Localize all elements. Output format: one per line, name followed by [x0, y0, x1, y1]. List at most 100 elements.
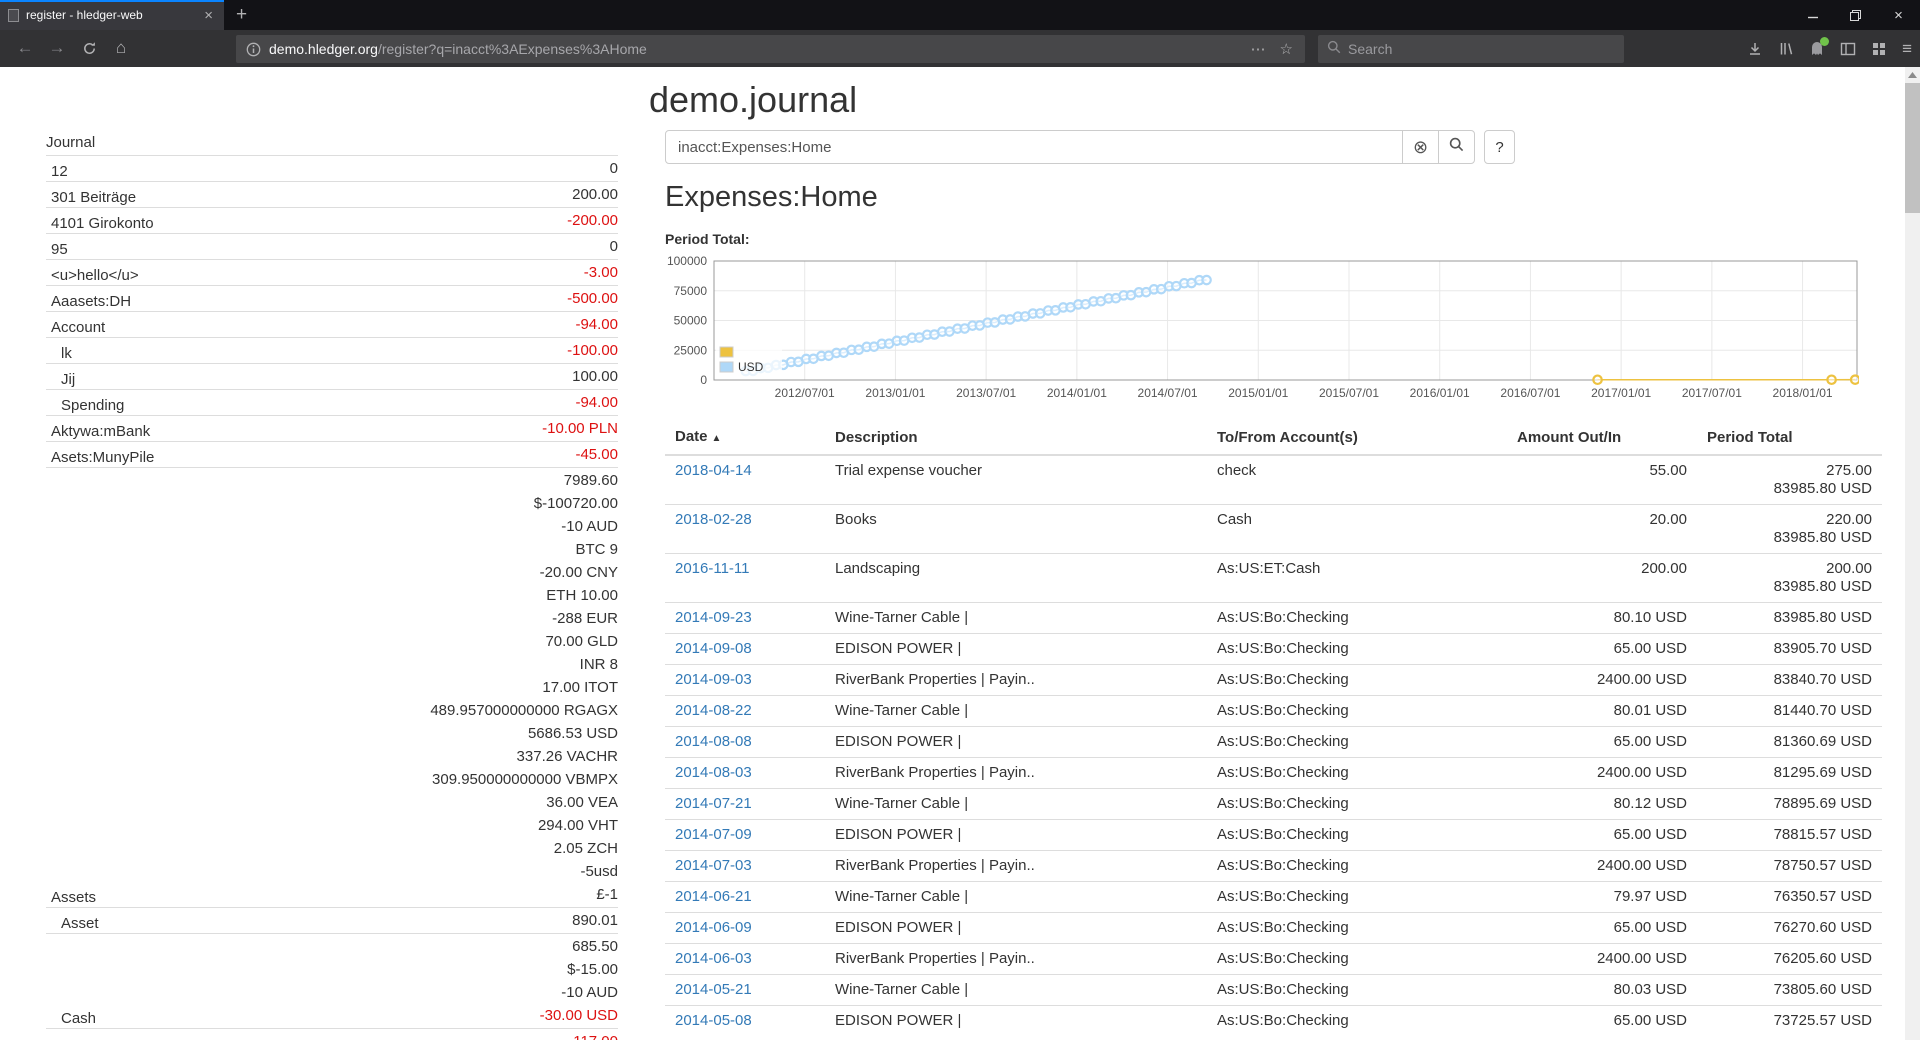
- page-actions-icon[interactable]: ⋯: [1251, 40, 1266, 58]
- transaction-amount: 79.97 USD: [1507, 882, 1697, 913]
- reload-button[interactable]: [74, 34, 104, 62]
- active-tab[interactable]: register - hledger-web ×: [0, 0, 224, 30]
- chart-svg: 02500050000750001000002012/07/012013/01/…: [664, 253, 1859, 405]
- tab-close-icon[interactable]: ×: [201, 7, 216, 24]
- sidebar-journal-link[interactable]: Journal: [46, 131, 618, 155]
- account-balance: 685.50$-15.00-10 AUD-30.00 USD: [540, 935, 618, 1027]
- account-link[interactable]: Asset: [46, 915, 99, 932]
- transaction-date-link[interactable]: 2014-09-03: [675, 671, 752, 688]
- transaction-amount: 200.00: [1507, 554, 1697, 603]
- tab-bar: register - hledger-web × + ×: [0, 0, 1920, 30]
- site-info-icon[interactable]: [236, 42, 269, 57]
- forward-button[interactable]: →: [42, 34, 72, 62]
- balance-amount: -94.00: [575, 313, 618, 336]
- hledger-web-page: Journal 12 0 301 Beiträge 200.00 4101 Giroko…: [0, 67, 1905, 1040]
- window-close-button[interactable]: ×: [1877, 0, 1920, 30]
- account-link[interactable]: 301 Beiträge: [46, 189, 136, 206]
- transaction-account: As:US:Bo:Checking: [1207, 882, 1507, 913]
- sidebar-toggle-icon[interactable]: [1840, 41, 1856, 57]
- account-link[interactable]: Aaasets:DH: [46, 293, 131, 310]
- svg-text:100000: 100000: [667, 254, 707, 268]
- svg-text:25000: 25000: [674, 343, 708, 357]
- transaction-date-link[interactable]: 2014-06-09: [675, 919, 752, 936]
- sidebar-account-row: Account -94.00: [46, 311, 618, 337]
- scrollbar-up-icon[interactable]: [1905, 67, 1920, 82]
- transaction-date-link[interactable]: 2014-06-03: [675, 950, 752, 967]
- transaction-date-link[interactable]: 2014-06-21: [675, 888, 752, 905]
- sidebar-account-row: Aktywa:mBank -10.00 PLN: [46, 415, 618, 441]
- account-link[interactable]: 12: [46, 163, 68, 180]
- home-button[interactable]: ⌂: [106, 34, 136, 62]
- search-icon: [1449, 137, 1464, 157]
- svg-text:2017/01/01: 2017/01/01: [1591, 386, 1651, 400]
- account-balance: -94.00: [575, 313, 618, 336]
- transaction-period-total: 275.0083985.80 USD: [1697, 455, 1882, 505]
- transaction-date-link[interactable]: 2014-08-22: [675, 702, 752, 719]
- search-button[interactable]: [1438, 130, 1475, 164]
- sidebar-accounts: 120301 Beiträge200.004101 Girokonto-200.…: [46, 155, 618, 1040]
- transaction-date-link[interactable]: 2014-05-08: [675, 1012, 752, 1029]
- balance-amount: 309.950000000000 VBMPX: [430, 768, 618, 791]
- transaction-date-link[interactable]: 2014-07-03: [675, 857, 752, 874]
- transaction-period-total: 83905.70 USD: [1697, 634, 1882, 665]
- window-restore-button[interactable]: [1834, 0, 1877, 30]
- balance-amount: -10.00 PLN: [542, 417, 618, 440]
- account-link[interactable]: Asets:MunyPile: [46, 449, 154, 466]
- account-balance: -500.00: [567, 287, 618, 310]
- transaction-account: As:US:Bo:Checking: [1207, 1006, 1507, 1037]
- transaction-date-link[interactable]: 2014-09-08: [675, 640, 752, 657]
- transaction-account: As:US:Bo:Checking: [1207, 913, 1507, 944]
- transaction-date-link[interactable]: 2016-11-11: [675, 560, 750, 577]
- balance-amount: -45.00: [575, 443, 618, 466]
- scrollbar-thumb[interactable]: [1905, 83, 1920, 213]
- extension-icon[interactable]: [1809, 41, 1825, 57]
- account-balance: 0: [610, 235, 618, 258]
- menu-icon[interactable]: ≡: [1902, 39, 1912, 59]
- transaction-date-link[interactable]: 2014-07-09: [675, 826, 752, 843]
- account-link[interactable]: Cash: [46, 1010, 96, 1027]
- transaction-description: EDISON POWER |: [825, 820, 1207, 851]
- transaction-date-link[interactable]: 2014-08-03: [675, 764, 752, 781]
- window-minimize-button[interactable]: [1791, 0, 1834, 30]
- account-link[interactable]: 4101 Girokonto: [46, 215, 154, 232]
- page-scrollbar[interactable]: [1905, 67, 1920, 1040]
- browser-search-field[interactable]: Search: [1318, 35, 1624, 63]
- balance-amount: INR 8: [430, 653, 618, 676]
- transaction-date-link[interactable]: 2014-07-21: [675, 795, 752, 812]
- account-link[interactable]: 95: [46, 241, 68, 258]
- svg-text:0: 0: [700, 373, 707, 387]
- back-button[interactable]: ←: [10, 34, 40, 62]
- account-link[interactable]: Jij: [46, 371, 75, 388]
- account-link[interactable]: Aktywa:mBank: [46, 423, 150, 440]
- balance-amount: -94.00: [575, 391, 618, 414]
- account-link[interactable]: lk: [46, 345, 72, 362]
- transaction-period-total: 78815.57 USD: [1697, 820, 1882, 851]
- account-link[interactable]: Account: [46, 319, 105, 336]
- transaction-date-link[interactable]: 2018-04-14: [675, 462, 752, 479]
- url-bar[interactable]: demo.hledger.org/register?q=inacct%3AExp…: [236, 35, 1305, 63]
- transaction-date-link[interactable]: 2014-08-08: [675, 733, 752, 750]
- sidebar-account-row: Asset890.01: [46, 907, 618, 933]
- account-link[interactable]: Assets: [46, 889, 96, 906]
- toolbar-icons: ≡: [1747, 30, 1912, 67]
- account-link[interactable]: <u>hello</u>: [46, 267, 139, 284]
- download-icon[interactable]: [1747, 41, 1763, 57]
- new-tab-button[interactable]: +: [224, 0, 259, 30]
- balance-amount: $-100720.00: [430, 492, 618, 515]
- account-link[interactable]: Spending: [46, 397, 124, 414]
- clear-search-button[interactable]: ⊗: [1402, 130, 1439, 164]
- transaction-date-link[interactable]: 2018-02-28: [675, 511, 752, 528]
- library-icon[interactable]: [1778, 41, 1794, 57]
- balance-amount: 489.957000000000 RGAGX: [430, 699, 618, 722]
- journal-title[interactable]: demo.journal: [649, 79, 857, 121]
- bookmark-star-icon[interactable]: ☆: [1280, 40, 1293, 58]
- period-total-chart: 02500050000750001000002012/07/012013/01/…: [664, 253, 1859, 410]
- search-input[interactable]: [665, 130, 1403, 164]
- transaction-date-link[interactable]: 2014-09-23: [675, 609, 752, 626]
- transaction-date-link[interactable]: 2014-05-21: [675, 981, 752, 998]
- apps-grid-icon[interactable]: [1871, 41, 1887, 57]
- url-text[interactable]: demo.hledger.org/register?q=inacct%3AExp…: [269, 41, 647, 57]
- help-button[interactable]: ?: [1484, 130, 1515, 164]
- sort-by-date-link[interactable]: Date: [675, 428, 708, 445]
- register-row: 2016-11-11LandscapingAs:US:ET:Cash200.00…: [665, 554, 1882, 603]
